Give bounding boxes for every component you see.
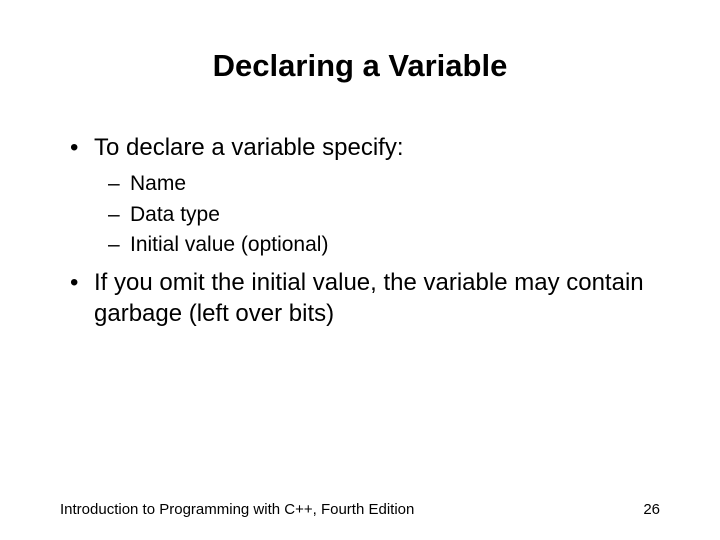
bullet-level1: If you omit the initial value, the varia… [70, 267, 660, 329]
slide-footer: Introduction to Programming with C++, Fo… [60, 501, 660, 518]
footer-page-number: 26 [643, 501, 660, 518]
bullet-level1: To declare a variable specify: [70, 132, 660, 163]
bullet-level2: Initial value (optional) [70, 230, 660, 260]
bullet-level2: Name [70, 169, 660, 199]
footer-source: Introduction to Programming with C++, Fo… [60, 501, 414, 518]
slide: Declaring a Variable To declare a variab… [0, 0, 720, 540]
bullet-text: If you omit the initial value, the varia… [94, 269, 644, 327]
bullet-text: Data type [130, 203, 220, 226]
bullet-text: To declare a variable specify: [94, 134, 404, 161]
slide-body: To declare a variable specify: Name Data… [60, 132, 660, 329]
slide-title: Declaring a Variable [60, 48, 660, 84]
bullet-level2: Data type [70, 200, 660, 230]
bullet-text: Initial value (optional) [130, 233, 328, 256]
bullet-text: Name [130, 172, 186, 195]
sub-bullet-group: Name Data type Initial value (optional) [70, 169, 660, 260]
